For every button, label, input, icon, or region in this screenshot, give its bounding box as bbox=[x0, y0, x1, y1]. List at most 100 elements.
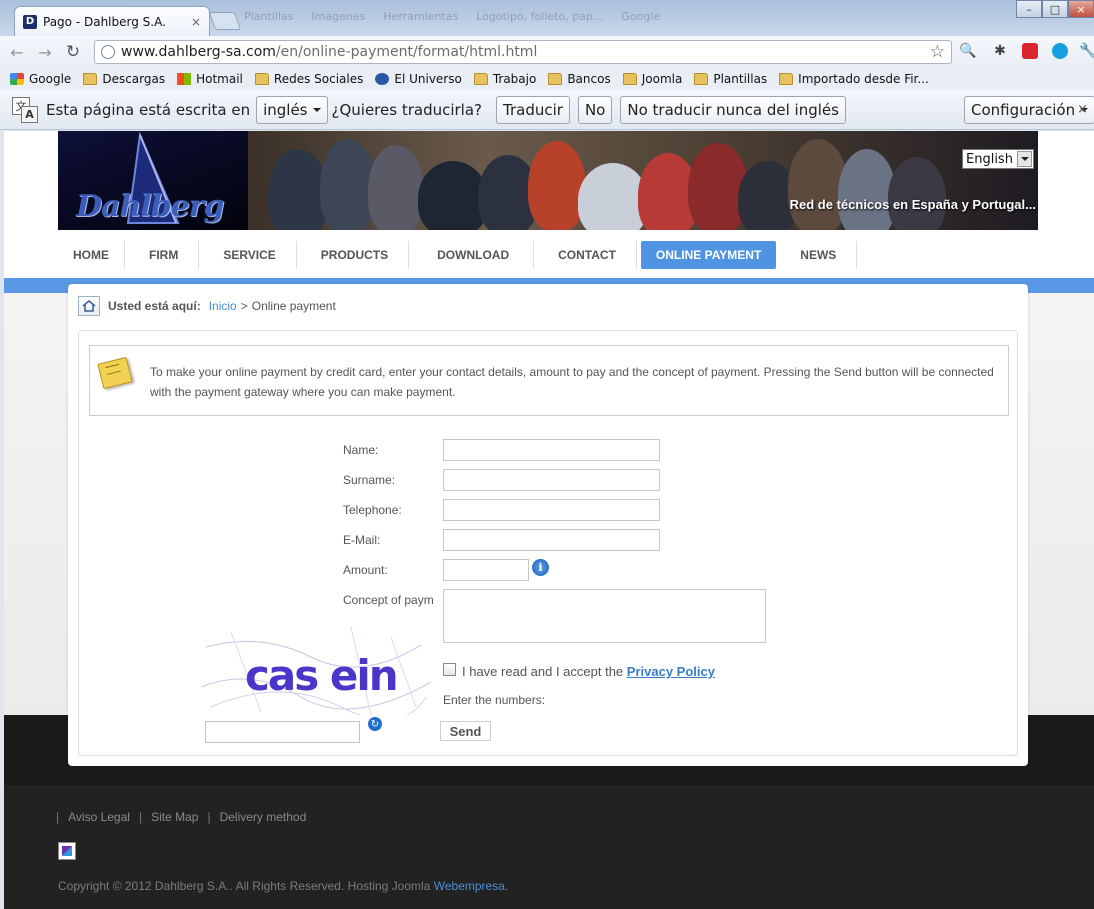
window-controls: – □ × bbox=[1016, 0, 1094, 18]
amount-label: Amount: bbox=[343, 563, 388, 577]
browser-tab-active[interactable]: D Pago - Dahlberg S.A. × bbox=[14, 6, 210, 36]
home-icon[interactable] bbox=[78, 296, 100, 316]
search-extension-icon[interactable]: 🔍 bbox=[958, 41, 978, 61]
windows-icon bbox=[177, 73, 192, 85]
reload-icon[interactable]: ↻ bbox=[62, 41, 84, 63]
surname-input[interactable] bbox=[443, 469, 660, 491]
tab-title: Pago - Dahlberg S.A. bbox=[43, 14, 166, 29]
send-button[interactable]: Send bbox=[440, 721, 491, 741]
privacy-text: I have read and I accept the Privacy Pol… bbox=[462, 664, 715, 679]
dahlberg-favicon-icon: D bbox=[23, 14, 37, 29]
url-text: www.dahlberg-sa.com/en/online-payment/fo… bbox=[121, 44, 538, 60]
page-info-icon[interactable] bbox=[101, 45, 115, 59]
footer-link-aviso-legal[interactable]: Aviso Legal bbox=[68, 810, 130, 824]
bookmark-trabajo[interactable]: Trabajo bbox=[473, 72, 536, 86]
background-tab[interactable]: Herramientas bbox=[383, 10, 458, 26]
minimize-icon[interactable]: – bbox=[1016, 0, 1042, 18]
bookmark-google[interactable]: Google bbox=[10, 72, 71, 86]
site-banner: Dahlberg English Red de técnicos en Espa… bbox=[58, 131, 1038, 230]
chevron-down-icon bbox=[1017, 151, 1032, 167]
notice-text: To make your online payment by credit ca… bbox=[150, 365, 994, 399]
translate-question: ¿Quieres traducirla? bbox=[331, 100, 483, 119]
enter-numbers-label: Enter the numbers: bbox=[443, 693, 546, 707]
logo-text: Dahlberg bbox=[76, 189, 225, 224]
menu-service[interactable]: SERVICE bbox=[203, 241, 297, 269]
breadcrumb-separator: > bbox=[240, 299, 248, 313]
folder-icon bbox=[622, 73, 637, 85]
background-tab[interactable]: Plantillas bbox=[244, 10, 293, 26]
bookmark-descargas[interactable]: Descargas bbox=[83, 72, 165, 86]
translate-icon: 文A bbox=[12, 96, 38, 123]
tab-close-icon[interactable]: × bbox=[191, 15, 201, 29]
info-icon[interactable]: i bbox=[532, 559, 549, 576]
telephone-input[interactable] bbox=[443, 499, 660, 521]
email-input[interactable] bbox=[443, 529, 660, 551]
chevron-down-icon bbox=[312, 107, 321, 112]
no-translate-button[interactable]: No bbox=[577, 95, 613, 124]
translate-button[interactable]: Traducir bbox=[496, 95, 570, 124]
address-bar[interactable]: www.dahlberg-sa.com/en/online-payment/fo… bbox=[94, 40, 952, 64]
bug-extension-icon[interactable]: ✱ bbox=[990, 41, 1010, 61]
background-tab[interactable]: Imagenes bbox=[311, 10, 365, 26]
close-window-icon[interactable]: × bbox=[1068, 0, 1094, 18]
translate-settings-button[interactable]: Configuración bbox=[964, 96, 1094, 124]
folder-icon bbox=[779, 73, 794, 85]
bookmark-importado[interactable]: Importado desde Fir... bbox=[779, 72, 929, 86]
web-page: Dahlberg English Red de técnicos en Espa… bbox=[4, 131, 1094, 909]
background-tab[interactable]: Google bbox=[621, 10, 660, 26]
bookmark-hotmail[interactable]: Hotmail bbox=[177, 72, 243, 86]
team-photo bbox=[248, 131, 1038, 230]
footer-badge-icon[interactable] bbox=[58, 842, 76, 860]
bookmark-redes-sociales[interactable]: Redes Sociales bbox=[254, 72, 363, 86]
menu-online-payment[interactable]: ONLINE PAYMENT bbox=[640, 241, 777, 269]
folder-icon bbox=[548, 73, 563, 85]
webempresa-link[interactable]: Webempresa bbox=[434, 879, 505, 893]
translate-prefix: Esta página está escrita en bbox=[46, 100, 251, 119]
breadcrumb-home-link[interactable]: Inicio bbox=[209, 299, 237, 313]
main-menu: HOME FIRM SERVICE PRODUCTS DOWNLOAD CONT… bbox=[58, 240, 861, 270]
background-tab[interactable]: Logotipo, folleto, pap... bbox=[476, 10, 603, 26]
privacy-policy-link[interactable]: Privacy Policy bbox=[627, 664, 715, 679]
language-dropdown[interactable]: inglés bbox=[256, 95, 328, 124]
captcha-input[interactable] bbox=[205, 721, 360, 743]
content-card: Usted está aquí: Inicio > Online payment… bbox=[68, 284, 1028, 766]
footer-link-delivery[interactable]: Delivery method bbox=[220, 810, 307, 824]
footer-link-site-map[interactable]: Site Map bbox=[151, 810, 198, 824]
browser-tabstrip: D Pago - Dahlberg S.A. × Plantillas Imag… bbox=[0, 0, 1094, 36]
bookmark-plantillas[interactable]: Plantillas bbox=[694, 72, 767, 86]
forward-arrow-icon[interactable]: → bbox=[34, 41, 56, 63]
info-notice: To make your online payment by credit ca… bbox=[89, 345, 1009, 416]
bookmark-star-icon[interactable]: ☆ bbox=[930, 42, 945, 62]
close-infobar-icon[interactable]: × bbox=[1077, 102, 1088, 117]
menu-download[interactable]: DOWNLOAD bbox=[413, 241, 535, 269]
name-label: Name: bbox=[343, 443, 379, 457]
bookmark-bancos[interactable]: Bancos bbox=[548, 72, 611, 86]
menu-firm[interactable]: FIRM bbox=[129, 241, 200, 269]
breadcrumb-label: Usted está aquí: bbox=[108, 299, 201, 313]
never-translate-button[interactable]: No traducir nunca del inglés bbox=[620, 95, 846, 124]
privacy-checkbox[interactable] bbox=[443, 663, 456, 676]
refresh-captcha-icon[interactable]: ↻ bbox=[368, 717, 382, 731]
menu-contact[interactable]: CONTACT bbox=[538, 241, 637, 269]
amount-input[interactable] bbox=[443, 559, 529, 581]
skype-extension-icon[interactable] bbox=[1050, 41, 1070, 61]
captcha-image: cas ein bbox=[201, 627, 431, 715]
surname-label: Surname: bbox=[343, 473, 396, 487]
menu-home[interactable]: HOME bbox=[58, 241, 125, 269]
footer-links: | Aviso Legal | Site Map | Delivery meth… bbox=[56, 810, 307, 824]
new-tab-button[interactable] bbox=[208, 12, 242, 30]
name-input[interactable] bbox=[443, 439, 660, 461]
bookmark-joomla[interactable]: Joomla bbox=[622, 72, 682, 86]
concept-textarea[interactable] bbox=[443, 589, 766, 643]
wrench-menu-icon[interactable]: 🔧 bbox=[1078, 41, 1094, 61]
maximize-icon[interactable]: □ bbox=[1042, 0, 1068, 18]
folder-icon bbox=[694, 73, 709, 85]
logo-area[interactable]: Dahlberg bbox=[58, 131, 248, 230]
bookmark-el-universo[interactable]: El Universo bbox=[375, 72, 462, 86]
language-select[interactable]: English bbox=[962, 149, 1034, 169]
red-extension-icon[interactable] bbox=[1020, 41, 1040, 61]
folder-icon bbox=[473, 73, 488, 85]
back-arrow-icon[interactable]: ← bbox=[6, 41, 28, 63]
menu-news[interactable]: NEWS bbox=[780, 241, 858, 269]
menu-products[interactable]: PRODUCTS bbox=[301, 241, 410, 269]
